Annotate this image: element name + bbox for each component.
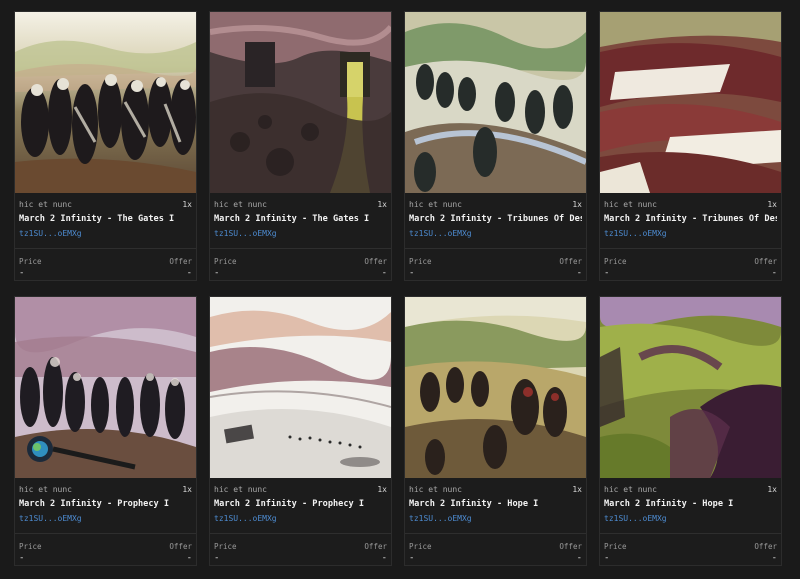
- artwork-title[interactable]: March 2 Infinity - Prophecy I: [214, 499, 387, 511]
- creator-address-link[interactable]: tz1SU...oEMXg: [214, 514, 387, 525]
- platform-label: hic et nunc: [604, 200, 657, 209]
- artwork-image[interactable]: [15, 12, 196, 193]
- divider: [210, 533, 391, 534]
- edition-count: 1x: [377, 485, 387, 494]
- creator-address-link[interactable]: tz1SU...oEMXg: [19, 514, 192, 525]
- platform-label: hic et nunc: [604, 485, 657, 494]
- platform-label: hic et nunc: [409, 485, 462, 494]
- artwork-image[interactable]: [15, 297, 196, 478]
- artwork-grid: hic et nunc 1x March 2 Infinity - The Gat…: [14, 11, 782, 566]
- price-label: Price: [214, 542, 237, 551]
- price-label: Price: [214, 257, 237, 266]
- divider: [405, 533, 586, 534]
- offer-label: Offer: [559, 257, 582, 266]
- divider: [600, 248, 781, 249]
- divider: [405, 248, 586, 249]
- creator-address-link[interactable]: tz1SU...oEMXg: [604, 229, 777, 240]
- edition-count: 1x: [182, 200, 192, 209]
- artwork-image[interactable]: [600, 297, 781, 478]
- divider: [210, 248, 391, 249]
- creator-address-link[interactable]: tz1SU...oEMXg: [409, 514, 582, 525]
- artwork-image[interactable]: [210, 12, 391, 193]
- offer-label: Offer: [364, 257, 387, 266]
- artwork-image[interactable]: [600, 12, 781, 193]
- edition-count: 1x: [182, 485, 192, 494]
- creator-address-link[interactable]: tz1SU...oEMXg: [604, 514, 777, 525]
- offer-value: -: [576, 268, 582, 278]
- platform-label: hic et nunc: [19, 485, 72, 494]
- artwork-title[interactable]: March 2 Infinity - Tribunes Of Despa: [604, 214, 777, 226]
- divider: [600, 533, 781, 534]
- artwork-title[interactable]: March 2 Infinity - Hope I: [409, 499, 582, 511]
- offer-value: -: [771, 268, 777, 278]
- artwork-card[interactable]: hic et nunc 1x March 2 Infinity - Tribune…: [599, 11, 782, 281]
- offer-value: -: [186, 553, 192, 563]
- price-label: Price: [604, 542, 627, 551]
- price-value: -: [604, 268, 610, 278]
- creator-address-link[interactable]: tz1SU...oEMXg: [214, 229, 387, 240]
- artwork-title[interactable]: March 2 Infinity - Prophecy I: [19, 499, 192, 511]
- edition-count: 1x: [767, 200, 777, 209]
- edition-count: 1x: [572, 485, 582, 494]
- artwork-card[interactable]: hic et nunc 1x March 2 Infinity - Prophec…: [14, 296, 197, 566]
- price-value: -: [409, 553, 415, 563]
- price-label: Price: [19, 542, 42, 551]
- price-value: -: [409, 268, 415, 278]
- price-value: -: [604, 553, 610, 563]
- price-value: -: [19, 268, 25, 278]
- divider: [15, 533, 196, 534]
- price-value: -: [19, 553, 25, 563]
- offer-label: Offer: [559, 542, 582, 551]
- offer-value: -: [186, 268, 192, 278]
- offer-value: -: [771, 553, 777, 563]
- offer-value: -: [381, 268, 387, 278]
- artwork-title[interactable]: March 2 Infinity - The Gates I: [214, 214, 387, 226]
- creator-address-link[interactable]: tz1SU...oEMXg: [409, 229, 582, 240]
- artwork-card[interactable]: hic et nunc 1x March 2 Infinity - The Gat…: [209, 11, 392, 281]
- artwork-title[interactable]: March 2 Infinity - Tribunes Of Despa: [409, 214, 582, 226]
- artwork-card[interactable]: hic et nunc 1x March 2 Infinity - Hope I …: [404, 296, 587, 566]
- artwork-card[interactable]: hic et nunc 1x March 2 Infinity - Tribune…: [404, 11, 587, 281]
- offer-value: -: [576, 553, 582, 563]
- price-value: -: [214, 268, 220, 278]
- creator-address-link[interactable]: tz1SU...oEMXg: [19, 229, 192, 240]
- price-value: -: [214, 553, 220, 563]
- offer-label: Offer: [169, 257, 192, 266]
- offer-label: Offer: [754, 542, 777, 551]
- edition-count: 1x: [377, 200, 387, 209]
- artwork-title[interactable]: March 2 Infinity - The Gates I: [19, 214, 192, 226]
- divider: [15, 248, 196, 249]
- platform-label: hic et nunc: [19, 200, 72, 209]
- platform-label: hic et nunc: [214, 200, 267, 209]
- artwork-image[interactable]: [405, 12, 586, 193]
- artwork-image[interactable]: [210, 297, 391, 478]
- price-label: Price: [19, 257, 42, 266]
- platform-label: hic et nunc: [214, 485, 267, 494]
- artwork-card[interactable]: hic et nunc 1x March 2 Infinity - Prophec…: [209, 296, 392, 566]
- edition-count: 1x: [572, 200, 582, 209]
- edition-count: 1x: [767, 485, 777, 494]
- platform-label: hic et nunc: [409, 200, 462, 209]
- offer-label: Offer: [364, 542, 387, 551]
- artwork-card[interactable]: hic et nunc 1x March 2 Infinity - The Gat…: [14, 11, 197, 281]
- offer-label: Offer: [169, 542, 192, 551]
- price-label: Price: [409, 257, 432, 266]
- price-label: Price: [604, 257, 627, 266]
- price-label: Price: [409, 542, 432, 551]
- artwork-card[interactable]: hic et nunc 1x March 2 Infinity - Hope I …: [599, 296, 782, 566]
- offer-value: -: [381, 553, 387, 563]
- offer-label: Offer: [754, 257, 777, 266]
- artwork-title[interactable]: March 2 Infinity - Hope I: [604, 499, 777, 511]
- artwork-image[interactable]: [405, 297, 586, 478]
